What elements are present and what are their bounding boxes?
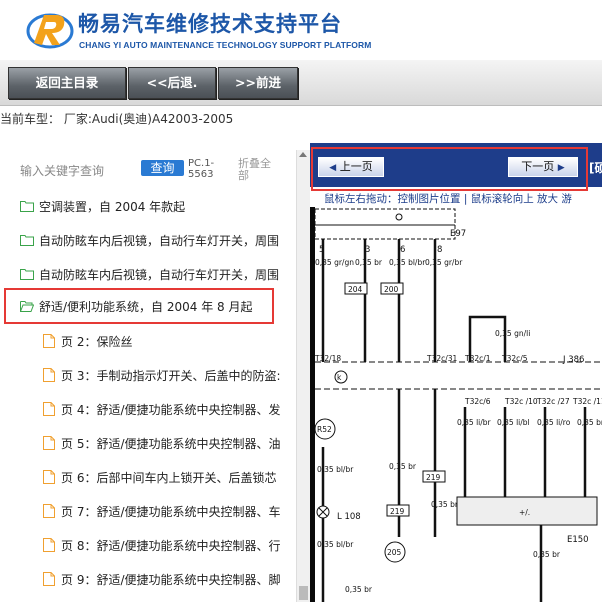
collapse-all-button[interactable]: 折叠全部 bbox=[238, 158, 278, 182]
box-label: 200 bbox=[384, 285, 399, 294]
connector-label: T32c /10 bbox=[504, 397, 538, 406]
tree-scrollbar[interactable] bbox=[296, 150, 310, 602]
page-icon bbox=[43, 504, 55, 518]
folder-icon bbox=[20, 201, 34, 212]
back-button[interactable]: <<后退. bbox=[128, 67, 216, 99]
wire-label: 0,35 bl/br bbox=[317, 465, 354, 474]
current-model: 当前车型： 厂家:Audi(奥迪)A42003-2005 bbox=[0, 112, 234, 126]
pin-label: 6 bbox=[400, 245, 405, 255]
cy-logo-icon bbox=[26, 9, 78, 51]
brand-title: 畅易汽车维修技术支持平台 bbox=[78, 12, 342, 36]
page-icon bbox=[43, 368, 55, 382]
wire-label: 0,35 gn/li bbox=[495, 329, 530, 338]
wire-label: 0,35 gr/br bbox=[425, 258, 463, 267]
wiring-diagram[interactable]: E97 5 3 6 8 0,35 gr/gn 0,35 br 0,35 bl/b… bbox=[315, 207, 602, 602]
page-icon bbox=[43, 538, 55, 552]
wire-label: 0,35 li/br bbox=[457, 418, 492, 427]
tree-folder[interactable]: 空调装置，自 2004 年款起 bbox=[0, 190, 296, 224]
highlight-box bbox=[311, 147, 588, 191]
toolbar-trailing-text: [硕 bbox=[589, 161, 602, 175]
tree-page[interactable]: 页 7：舒适/便捷功能系统中央控制器、车 bbox=[0, 495, 296, 529]
tree-page-label: 页 3：手制动指示灯开关、后盖中的防盗: bbox=[61, 369, 281, 383]
tree-page[interactable]: 页 5：舒适/便捷功能系统中央控制器、油 bbox=[0, 427, 296, 461]
box-label: 219 bbox=[426, 473, 441, 482]
tree-folder-label: 空调装置，自 2004 年款起 bbox=[39, 200, 186, 214]
e97-label: E97 bbox=[450, 229, 466, 239]
connector-label: T32c /11 bbox=[572, 397, 602, 406]
wire-label: 0,35 bl/br bbox=[317, 540, 354, 549]
tree-panel: 输入关键字查询 查询 PC.1-5563 折叠全部 空调装置，自 2004 年款… bbox=[0, 150, 296, 602]
page-icon bbox=[43, 470, 55, 484]
wire-label: 0,35 br bbox=[355, 258, 383, 267]
page-icon bbox=[43, 572, 55, 586]
circle-label: 205 bbox=[387, 548, 402, 557]
connector-label: T32c/6 bbox=[464, 397, 491, 406]
wire-label: 0,35 gr/gn bbox=[315, 258, 354, 267]
tree-page-label: 页 7：舒适/便捷功能系统中央控制器、车 bbox=[61, 505, 281, 519]
box-label: 204 bbox=[348, 285, 363, 294]
wire-label: 0,35 bl/br bbox=[389, 258, 426, 267]
folder-icon bbox=[20, 269, 34, 280]
pc-code: PC.1-5563 bbox=[188, 158, 215, 180]
connector-label: T32c/31 bbox=[426, 354, 458, 363]
connector-label: T32c/1 bbox=[464, 354, 491, 363]
folder-icon bbox=[20, 235, 34, 246]
r52-label: R52 bbox=[317, 425, 332, 434]
tree-folder-label: 自动防眩车内后视镜，自动行车灯开关，周围 bbox=[39, 234, 280, 248]
search-input[interactable]: 输入关键字查询 bbox=[20, 162, 104, 179]
wire-label: 0,35 li/bl bbox=[497, 418, 530, 427]
page-icon bbox=[43, 436, 55, 450]
app-header: 畅易汽车维修技术支持平台 CHANG YI AUTO MAINTENANCE T… bbox=[0, 0, 602, 60]
tree-folder-label: 自动防眩车内后视镜，自动行车灯开关，周围 bbox=[39, 268, 280, 282]
search-button[interactable]: 查询 bbox=[141, 160, 184, 176]
tree-page-label: 页 2：保险丝 bbox=[61, 335, 133, 349]
viewer-hint: 鼠标左右拖动：控制图片位置 | 鼠标滚轮向上 放大 游 bbox=[324, 193, 572, 205]
tree-page-label: 页 8：舒适/便捷功能系统中央控制器、行 bbox=[61, 539, 281, 553]
connector-label: T32c /27 bbox=[536, 397, 570, 406]
tree-folder[interactable]: 自动防眩车内后视镜，自动行车灯开关，周围 bbox=[0, 258, 296, 292]
forward-button[interactable]: >>前进 bbox=[218, 67, 298, 99]
tree-page[interactable]: 页 3：手制动指示灯开关、后盖中的防盗: bbox=[0, 359, 296, 393]
box-label: 219 bbox=[390, 507, 405, 516]
tree-page-label: 页 5：舒适/便捷功能系统中央控制器、油 bbox=[61, 437, 281, 451]
tree-page-label: 页 4：舒适/便捷功能系统中央控制器、发 bbox=[61, 403, 281, 417]
page-icon bbox=[43, 334, 55, 348]
scroll-thumb[interactable] bbox=[299, 586, 308, 600]
wire-label: 0,35 br bbox=[431, 500, 459, 509]
tree-page-label: 页 6：后部中间车内上锁开关、后盖锁芯 bbox=[61, 471, 277, 485]
diagram-viewer: ◀ 上一页 下一页 ▶ [硕 鼠标左右拖动：控制图片位置 | 鼠标滚轮向上 放大… bbox=[310, 143, 602, 602]
j386-label: J 386 bbox=[562, 355, 584, 365]
highlight-box bbox=[4, 288, 274, 324]
diagram-frame: E97 5 3 6 8 0,35 gr/gn 0,35 br 0,35 bl/b… bbox=[310, 207, 602, 602]
e97-component bbox=[315, 208, 456, 240]
e150-label: E150 bbox=[567, 535, 589, 545]
k-symbol: k bbox=[337, 373, 342, 382]
wire-label: 0,35 br bbox=[345, 585, 373, 594]
connector-label: T32/18 bbox=[315, 354, 341, 363]
tree-page[interactable]: 页 2：保险丝 bbox=[0, 325, 296, 359]
page-icon bbox=[43, 402, 55, 416]
brand-subtitle: CHANG YI AUTO MAINTENANCE TECHNOLOGY SUP… bbox=[79, 40, 372, 50]
tree-page[interactable]: 页 4：舒适/便捷功能系统中央控制器、发 bbox=[0, 393, 296, 427]
tree-page[interactable]: 页 6：后部中间车内上锁开关、后盖锁芯 bbox=[0, 461, 296, 495]
wire-label: 0,35 br bbox=[389, 462, 417, 471]
tree-page[interactable]: 页 9：舒适/便捷功能系统中央控制器、脚 bbox=[0, 563, 296, 597]
tree-page[interactable]: 页 8：舒适/便捷功能系统中央控制器、行 bbox=[0, 529, 296, 563]
wire-label: 0,35 li/ro bbox=[537, 418, 571, 427]
scroll-up-arrow-icon[interactable] bbox=[299, 152, 307, 157]
nav-bar: 返回主目录 <<后退. >>前进 bbox=[0, 60, 602, 106]
home-button[interactable]: 返回主目录 bbox=[8, 67, 126, 99]
tree-folder[interactable]: 自动防眩车内后视镜，自动行车灯开关，周围 bbox=[0, 224, 296, 258]
wire-label: 0,35 br bbox=[533, 550, 561, 559]
wire-label: 0,35 br/bl bbox=[577, 418, 602, 427]
l108-label: L 108 bbox=[337, 512, 361, 522]
pin-label: 8 bbox=[437, 245, 442, 255]
junction-label: +/. bbox=[519, 508, 530, 517]
tree-page-label: 页 9：舒适/便捷功能系统中央控制器、脚 bbox=[61, 573, 281, 587]
